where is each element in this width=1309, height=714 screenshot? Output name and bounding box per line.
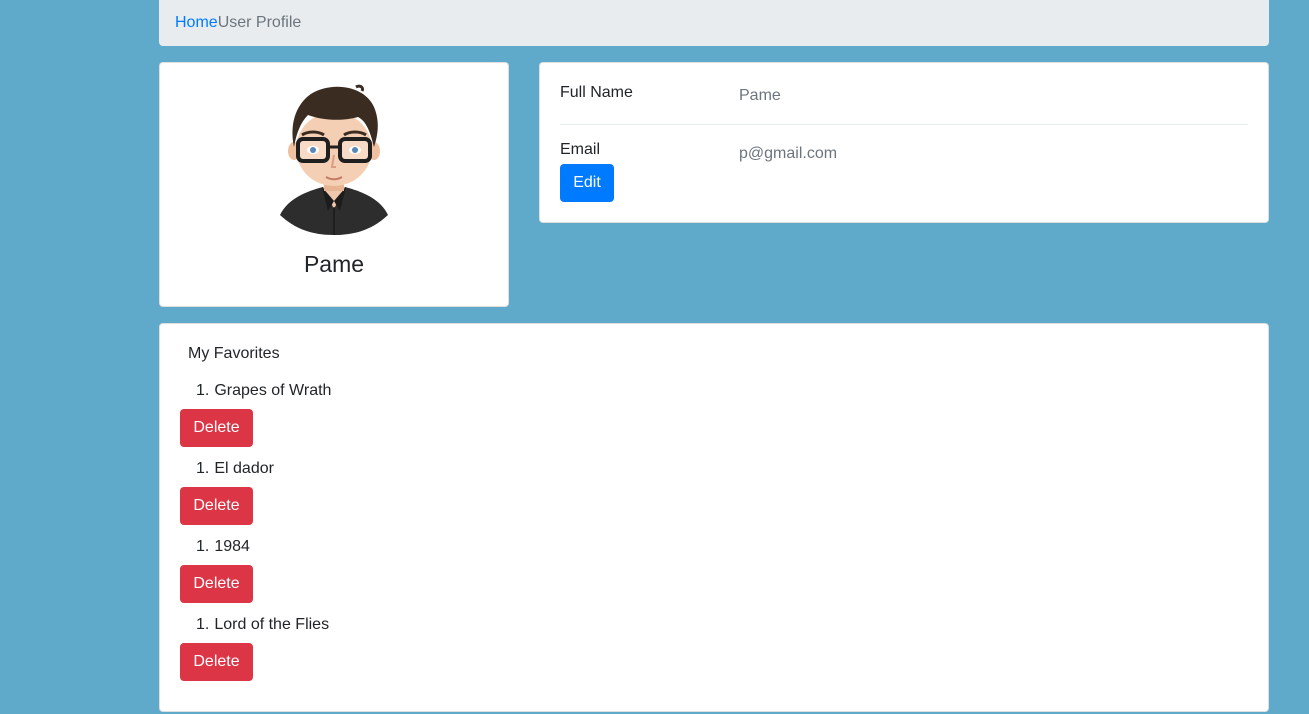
delete-button[interactable]: Delete [180, 565, 253, 603]
favorite-item-text: 1. Lord of the Flies [196, 615, 329, 635]
favorite-item-text: 1. El dador [196, 459, 274, 479]
favorite-item-number: 1. [196, 382, 210, 399]
favorite-item-title: Grapes of Wrath [214, 382, 332, 399]
delete-button[interactable]: Delete [180, 643, 253, 681]
favorite-item-number: 1. [196, 616, 210, 633]
email-label: Email [560, 141, 601, 158]
full-name-row: Full Name Pame [560, 63, 1248, 125]
favorite-item-number: 1. [196, 538, 210, 555]
favorite-item-text: 1. 1984 [196, 537, 250, 557]
favorite-item-title: Lord of the Flies [214, 616, 330, 633]
delete-button[interactable]: Delete [180, 409, 253, 447]
breadcrumb-home-link[interactable]: Home [175, 14, 218, 31]
email-row: Email p@gmail.com Edit [560, 125, 1248, 221]
favorite-item-text: 1. Grapes of Wrath [196, 381, 331, 401]
favorites-title: My Favorites [188, 345, 280, 362]
favorite-item-title: 1984 [214, 538, 250, 555]
favorite-item: 1. 1984 Delete [180, 537, 580, 615]
favorite-item-title: El dador [214, 460, 274, 477]
edit-button[interactable]: Edit [560, 164, 614, 202]
breadcrumb: HomeUser Profile [159, 0, 1269, 46]
favorite-item: 1. Grapes of Wrath Delete [180, 381, 580, 459]
avatar-icon [280, 84, 388, 235]
favorite-item: 1. El dador Delete [180, 459, 580, 537]
profile-card: Pame [159, 62, 509, 307]
favorite-item-number: 1. [196, 460, 210, 477]
favorite-item: 1. Lord of the Flies Delete [180, 615, 580, 693]
favorites-card: My Favorites 1. Grapes of Wrath Delete 1.… [159, 323, 1269, 712]
user-info-card: Full Name Pame Email p@gmail.com Edit [539, 62, 1269, 223]
delete-button[interactable]: Delete [180, 487, 253, 525]
breadcrumb-current: User Profile [217, 14, 302, 31]
full-name-label: Full Name [560, 84, 633, 101]
email-value: p@gmail.com [739, 145, 838, 162]
profile-name: Pame [303, 251, 365, 277]
full-name-value: Pame [739, 87, 781, 104]
